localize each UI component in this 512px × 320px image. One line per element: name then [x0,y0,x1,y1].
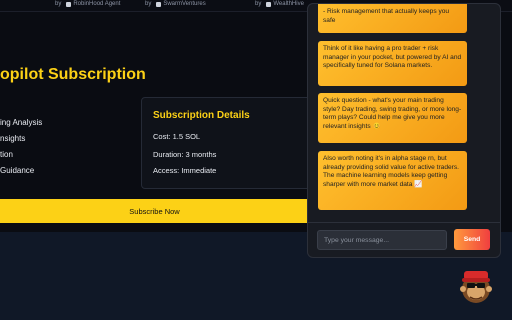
credit-by: by [145,1,152,7]
credit-name: RobinHood Agent [73,1,121,7]
chat-avatar-icon[interactable] [456,263,496,307]
duration-value: Duration: 3 months [153,150,217,159]
access-value: Access: Immediate [153,166,217,175]
chat-input[interactable] [317,230,447,250]
credit-name: WealthHive [273,1,304,7]
subscription-details-card: Subscription Details Cost: 1.5 SOL Durat… [141,97,323,189]
swarm-icon [156,1,162,7]
robinhood-icon [66,1,72,7]
credit-robinhood[interactable]: by RobinHood Agent [55,1,120,7]
wealthhive-icon [266,1,272,7]
chat-message: Also worth noting it's in alpha stage rn… [318,151,467,210]
feature-item: ing Analysis [0,118,43,127]
credit-wealthhive[interactable]: by WealthHive [255,1,304,7]
subscribe-button[interactable]: Subscribe Now [0,199,309,223]
send-button[interactable]: Send [454,229,490,250]
credit-name: SwarmVentures [163,1,206,7]
chat-panel: - Risk management that actually keeps yo… [307,3,501,258]
cost-value: Cost: 1.5 SOL [153,132,201,141]
page-title: opilot Subscription [0,66,146,83]
feature-list: ing Analysis nsights tion Guidance [0,118,42,182]
credit-by: by [55,1,62,7]
subscription-details-heading: Subscription Details [153,110,250,121]
feature-item: tion [0,150,13,159]
chat-message: Think of it like having a pro trader + r… [318,41,467,86]
feature-item: Guidance [0,166,35,175]
credit-swarm[interactable]: by SwarmVentures [145,1,206,7]
chat-divider [308,222,500,223]
chat-message: - Risk management that actually keeps yo… [318,4,467,33]
chat-message: Quick question - what's your main tradin… [318,93,467,143]
feature-item: nsights [0,134,26,143]
credit-by: by [255,1,262,7]
subscribe-button-label: Subscribe Now [129,206,180,216]
